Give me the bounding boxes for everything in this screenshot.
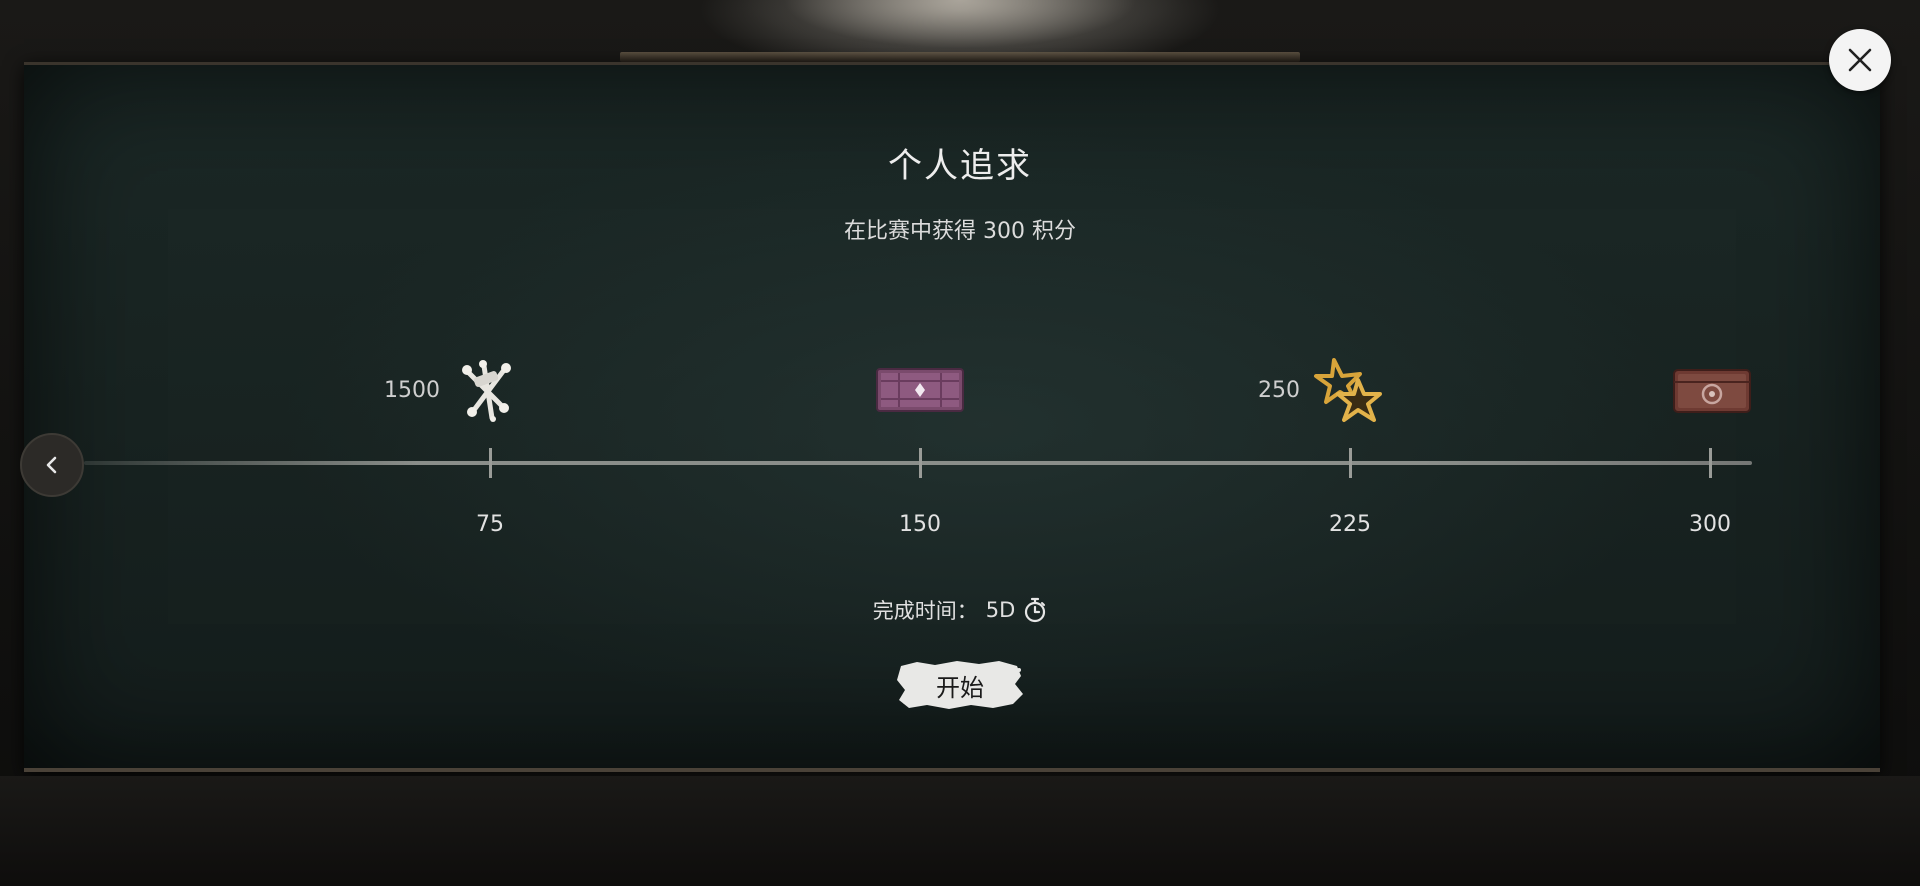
bone-bundle-icon — [462, 360, 511, 422]
start-button[interactable]: 开始 — [895, 658, 1025, 712]
milestone-points: 75 — [476, 512, 504, 537]
reward-item[interactable] — [1312, 354, 1388, 430]
previous-button[interactable] — [20, 433, 84, 497]
quest-screen: 个人追求 在比赛中获得 300 积分 75 150 225 300 1500 2… — [0, 0, 1920, 886]
stopwatch-icon — [1025, 597, 1046, 623]
reward-quantity: 1500 — [384, 378, 440, 403]
progress-track — [84, 461, 1752, 465]
quest-description: 在比赛中获得 300 积分 — [844, 219, 1076, 244]
reward-item[interactable] — [458, 358, 520, 426]
close-button[interactable] — [1829, 29, 1891, 91]
start-label: 开始 — [936, 673, 984, 702]
milestone-tick — [489, 448, 492, 478]
reward-quantity: 250 — [1258, 378, 1300, 403]
milestone-tick — [1349, 448, 1352, 478]
completion-time: 完成时间： 5D — [0, 595, 1920, 625]
close-icon — [1848, 48, 1872, 72]
quest-title: 个人追求 — [888, 146, 1032, 186]
reward-item[interactable] — [1672, 366, 1752, 420]
milestone-tick — [1709, 448, 1712, 478]
gold-star-burst-icon — [1314, 358, 1382, 422]
reward-item[interactable] — [875, 365, 965, 419]
stone-floor — [0, 776, 1920, 886]
milestone-tick — [919, 448, 922, 478]
leather-chest-icon — [1673, 369, 1751, 413]
completion-value: 5D — [985, 598, 1016, 622]
purple-crate-icon — [876, 368, 964, 412]
completion-label: 完成时间： — [872, 599, 978, 623]
milestone-points: 225 — [1329, 512, 1371, 537]
board-shelf — [620, 52, 1300, 62]
milestone-points: 300 — [1689, 512, 1731, 537]
chevron-left-icon — [46, 456, 57, 474]
milestone-points: 150 — [899, 512, 941, 537]
